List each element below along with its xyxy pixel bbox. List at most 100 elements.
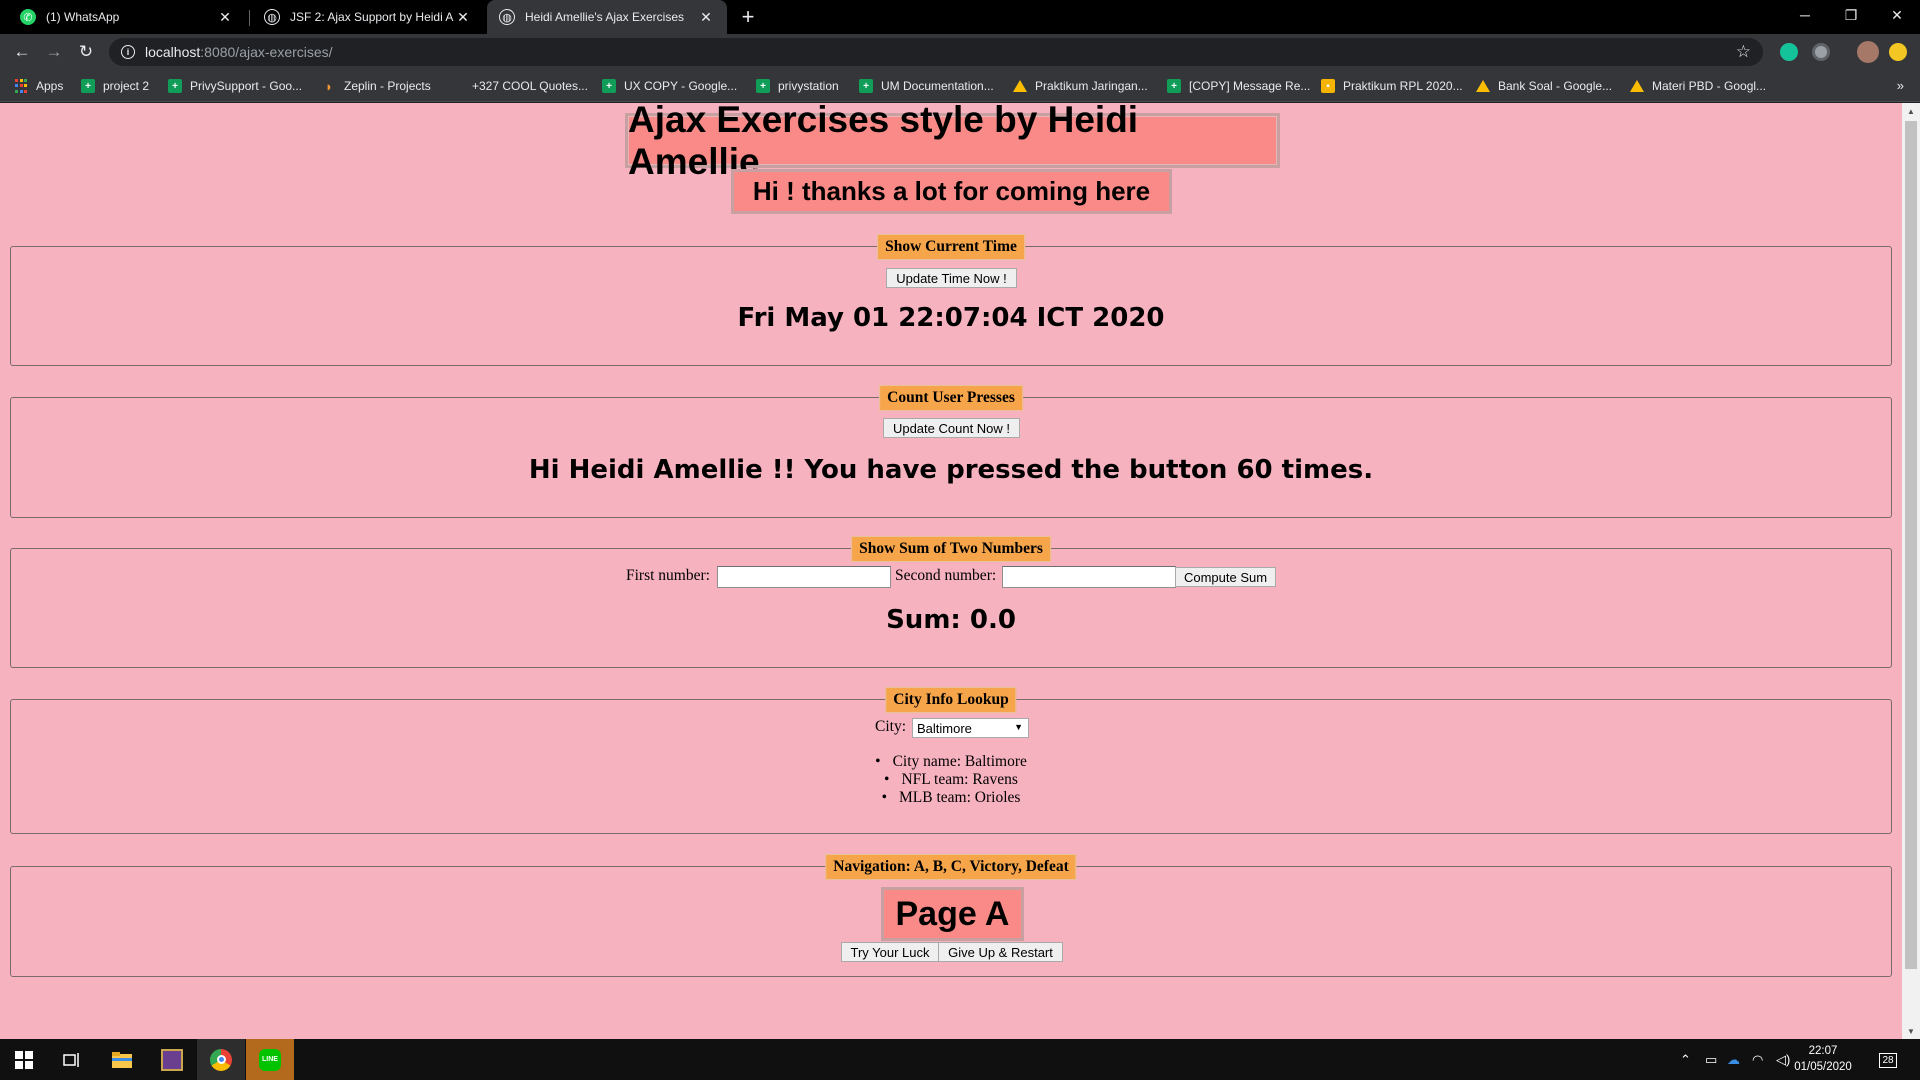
second-number-label: Second number: (895, 567, 997, 584)
reload-button[interactable]: ↻ (74, 40, 98, 64)
bookmark-label: UM Documentation... (881, 79, 994, 93)
bookmark-zeplin[interactable]: ◗ Zeplin - Projects (322, 70, 431, 102)
windows-taskbar: LINE ⌃ ▭ ☁ ◠ ◁) 22:07 01/05/2020 28 (0, 1039, 1920, 1080)
bookmark-apps[interactable]: Apps (14, 70, 63, 102)
game-app-icon (161, 1048, 183, 1071)
second-number-input[interactable] (1002, 566, 1176, 588)
forward-button[interactable]: → (42, 40, 66, 64)
count-result-text: Hi Heidi Amellie !! You have pressed the… (528, 455, 1374, 485)
bookmark-project-2[interactable]: + project 2 (81, 70, 149, 102)
line-app-button[interactable]: LINE (246, 1039, 294, 1080)
city-select[interactable]: Baltimore ▼ (912, 718, 1029, 738)
bookmark-star-icon[interactable]: ☆ (1736, 42, 1751, 62)
bookmark-copy-message[interactable]: + [COPY] Message Re... (1167, 70, 1310, 102)
bookmark-cool-quotes[interactable]: +327 COOL Quotes... (472, 70, 588, 102)
task-view-button[interactable] (48, 1039, 96, 1080)
scroll-up-arrow-icon[interactable]: ▲ (1902, 103, 1920, 119)
bookmark-label: project 2 (103, 79, 150, 93)
tab-jsf-ajax[interactable]: ◍ JSF 2: Ajax Support by Heidi Ame ✕ (252, 0, 484, 34)
apps-grid-icon (14, 79, 28, 93)
tab-title: (1) WhatsApp (46, 10, 120, 24)
chrome-taskbar-button[interactable] (197, 1039, 245, 1080)
bookmark-bank-soal[interactable]: Bank Soal - Google... (1476, 70, 1612, 102)
profile-avatar[interactable] (1857, 41, 1879, 63)
list-item: City name: Baltimore (875, 753, 1027, 771)
bookmark-label: UX COPY - Google... (624, 79, 738, 93)
dropdown-arrow-icon: ▼ (1014, 722, 1023, 732)
count-presses-panel: Count User Presses Update Count Now ! Hi… (10, 385, 1892, 518)
try-your-luck-button[interactable]: Try Your Luck (841, 942, 939, 962)
tab-separator (249, 10, 250, 26)
give-up-restart-button[interactable]: Give Up & Restart (938, 942, 1063, 962)
more-bookmarks-icon[interactable]: » (1897, 78, 1904, 93)
close-window-button[interactable]: ✕ (1874, 0, 1920, 30)
bookmark-label: Bank Soal - Google... (1498, 79, 1613, 93)
new-tab-button[interactable]: + (735, 0, 761, 34)
sheets-icon: + (81, 79, 95, 93)
taskbar-clock[interactable]: 22:07 01/05/2020 (1788, 1043, 1858, 1075)
update-icon[interactable] (1889, 43, 1907, 61)
tab-ajax-exercises[interactable]: ◍ Heidi Amellie's Ajax Exercises ✕ (487, 0, 727, 34)
restore-button[interactable]: ❐ (1828, 0, 1874, 30)
panel-legend: Show Sum of Two Numbers (851, 536, 1051, 562)
bookmark-um-documentation[interactable]: + UM Documentation... (859, 70, 994, 102)
wifi-icon[interactable]: ◠ (1752, 1039, 1763, 1080)
bookmark-label: +327 COOL Quotes... (472, 79, 588, 93)
bookmark-privysupport[interactable]: + PrivySupport - Goo... (168, 70, 302, 102)
drive-icon (1630, 80, 1644, 92)
panel-legend: Count User Presses (879, 385, 1023, 411)
city-label: City: (875, 718, 907, 735)
zeplin-icon: ◗ (325, 78, 333, 94)
battery-icon[interactable]: ▭ (1705, 1039, 1717, 1080)
sum-result-text: Sum: 0.0 (886, 605, 1016, 635)
close-tab-icon[interactable]: ✕ (454, 9, 472, 26)
drive-icon (1013, 80, 1027, 92)
file-explorer-button[interactable] (98, 1039, 146, 1080)
game-app-button[interactable] (148, 1039, 196, 1080)
tab-title: JSF 2: Ajax Support by Heidi Ame (290, 10, 454, 24)
list-item: MLB team: Orioles (882, 789, 1020, 807)
bookmark-praktikum-jaringan[interactable]: Praktikum Jaringan... (1013, 70, 1148, 102)
scrollbar-thumb[interactable] (1905, 121, 1917, 969)
close-tab-icon[interactable]: ✕ (697, 9, 715, 26)
sheets-icon: + (602, 79, 616, 93)
bookmark-label: Praktikum RPL 2020... (1343, 79, 1463, 93)
tab-strip: ✆ (1) WhatsApp ✕ ◍ JSF 2: Ajax Support b… (0, 0, 1920, 34)
update-count-button[interactable]: Update Count Now ! (883, 418, 1020, 438)
navigation-panel: Navigation: A, B, C, Victory, Defeat Pag… (10, 854, 1892, 977)
page-viewport: Ajax Exercises style by Heidi Amellie Hi… (0, 103, 1902, 1039)
close-tab-icon[interactable]: ✕ (216, 9, 234, 26)
bookmarks-bar: Apps + project 2 + PrivySupport - Goo...… (0, 70, 1920, 102)
onedrive-icon[interactable]: ☁ (1727, 1039, 1740, 1080)
compute-sum-button[interactable]: Compute Sum (1175, 567, 1276, 587)
panel-legend: City Info Lookup (885, 687, 1017, 713)
back-button[interactable]: ← (10, 40, 34, 64)
city-select-value: Baltimore (917, 720, 972, 736)
scroll-down-arrow-icon[interactable]: ▼ (1902, 1023, 1920, 1039)
minimize-button[interactable]: ─ (1782, 0, 1828, 30)
sheets-icon: + (1167, 79, 1181, 93)
sum-panel: Show Sum of Two Numbers First number: Se… (10, 536, 1892, 668)
bookmark-label: Praktikum Jaringan... (1035, 79, 1148, 93)
bookmark-praktikum-rpl[interactable]: ▪ Praktikum RPL 2020... (1321, 70, 1463, 102)
city-info-list: City name: Baltimore NFL team: Ravens ML… (11, 753, 1891, 807)
notification-count: 28 (1882, 1054, 1894, 1066)
panel-legend: Show Current Time (877, 234, 1025, 260)
site-info-icon[interactable]: i (121, 45, 135, 59)
bookmark-ux-copy[interactable]: + UX COPY - Google... (602, 70, 737, 102)
bookmark-label: [COPY] Message Re... (1189, 79, 1311, 93)
start-button[interactable] (0, 1039, 48, 1080)
extension-icon[interactable] (1812, 43, 1830, 61)
address-bar[interactable]: i localhost:8080/ajax-exercises/ ☆ (109, 38, 1763, 66)
current-time-text: Fri May 01 22:07:04 ICT 2020 (737, 303, 1165, 333)
notification-center-button[interactable]: 28 (1873, 1045, 1903, 1075)
first-number-input[interactable] (717, 566, 891, 588)
tab-whatsapp[interactable]: ✆ (1) WhatsApp ✕ (8, 0, 246, 34)
bookmark-materi-pbd[interactable]: Materi PBD - Googl... (1630, 70, 1766, 102)
notification-icon: 28 (1879, 1052, 1897, 1068)
update-time-button[interactable]: Update Time Now ! (886, 268, 1017, 288)
show-hidden-icons[interactable]: ⌃ (1680, 1039, 1691, 1080)
bookmark-privystation[interactable]: + privystation (756, 70, 839, 102)
grammarly-extension-icon[interactable] (1780, 43, 1798, 61)
page-scrollbar[interactable]: ▲ ▼ (1902, 103, 1920, 1039)
